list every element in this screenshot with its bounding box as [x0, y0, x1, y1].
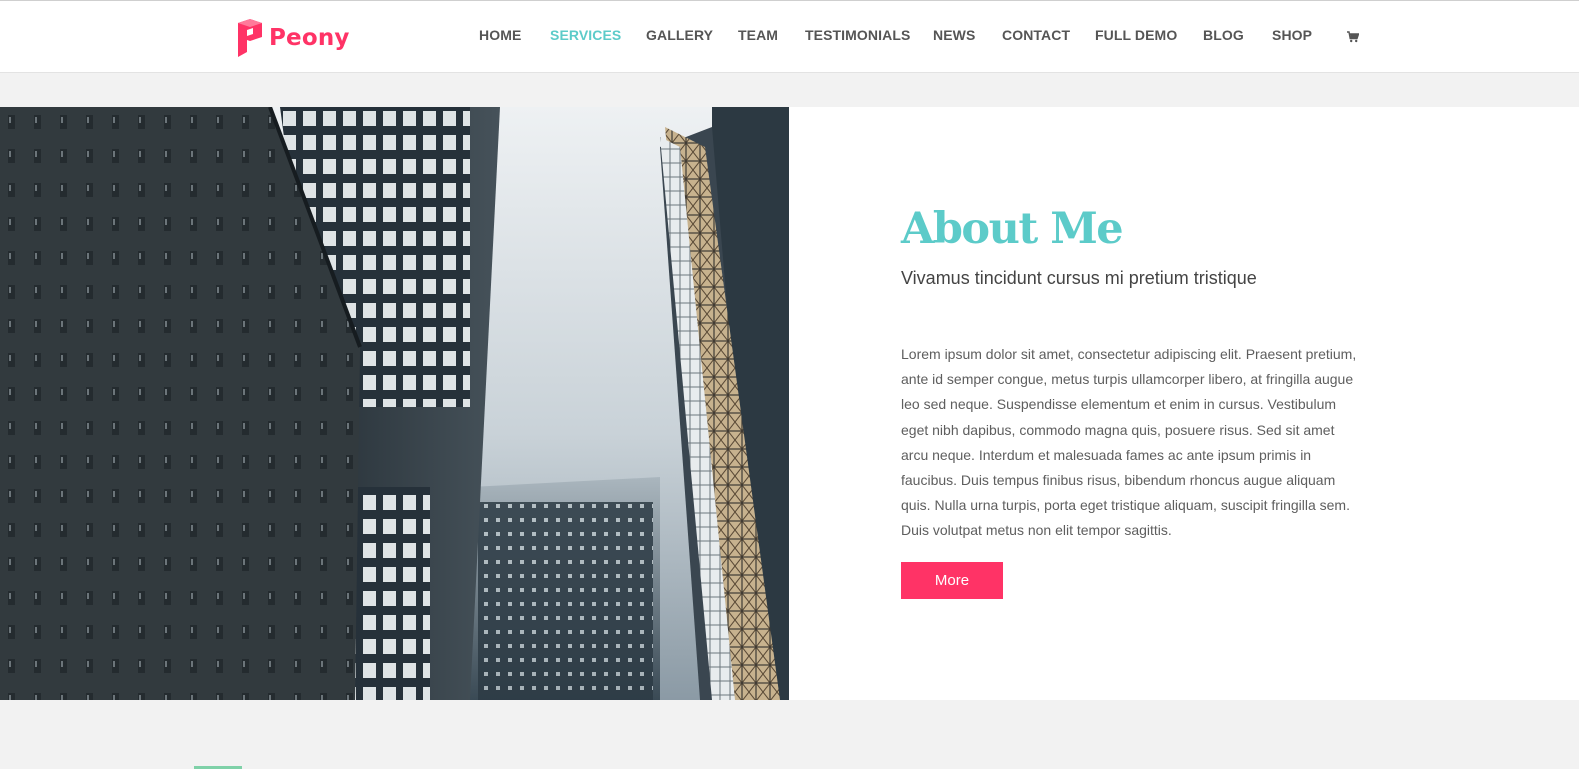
about-section: About Me Vivamus tincidunt cursus mi pre…: [0, 107, 1579, 700]
about-subtitle: Vivamus tincidunt cursus mi pretium tris…: [901, 268, 1257, 288]
about-body-text: Lorem ipsum dolor sit amet, consectetur …: [901, 346, 1357, 539]
nav-item-contact[interactable]: CONTACT: [1002, 27, 1070, 43]
shopping-cart-icon[interactable]: [1347, 31, 1359, 43]
skyscrapers-photo: [0, 107, 789, 700]
about-panel: About Me Vivamus tincidunt cursus mi pre…: [789, 107, 1579, 700]
nav-item-shop[interactable]: SHOP: [1272, 27, 1312, 43]
nav-item-testimonials[interactable]: TESTIMONIALS: [805, 27, 910, 43]
nav-item-team[interactable]: TEAM: [738, 27, 778, 43]
nav-item-full-demo[interactable]: FULL DEMO: [1095, 27, 1177, 43]
nav-item-home[interactable]: HOME: [479, 27, 521, 43]
nav-item-gallery[interactable]: GALLERY: [646, 27, 713, 43]
nav-item-news[interactable]: NEWS: [933, 27, 975, 43]
about-title: About Me: [901, 204, 1124, 254]
site-header: Peony HOME SERVICES GALLERY TEAM TESTIMO…: [0, 1, 1579, 73]
more-button[interactable]: More: [901, 562, 1003, 599]
nav-item-services[interactable]: SERVICES: [550, 27, 621, 43]
main-nav: HOME SERVICES GALLERY TEAM TESTIMONIALS …: [0, 27, 1579, 47]
nav-item-blog[interactable]: BLOG: [1203, 27, 1244, 43]
